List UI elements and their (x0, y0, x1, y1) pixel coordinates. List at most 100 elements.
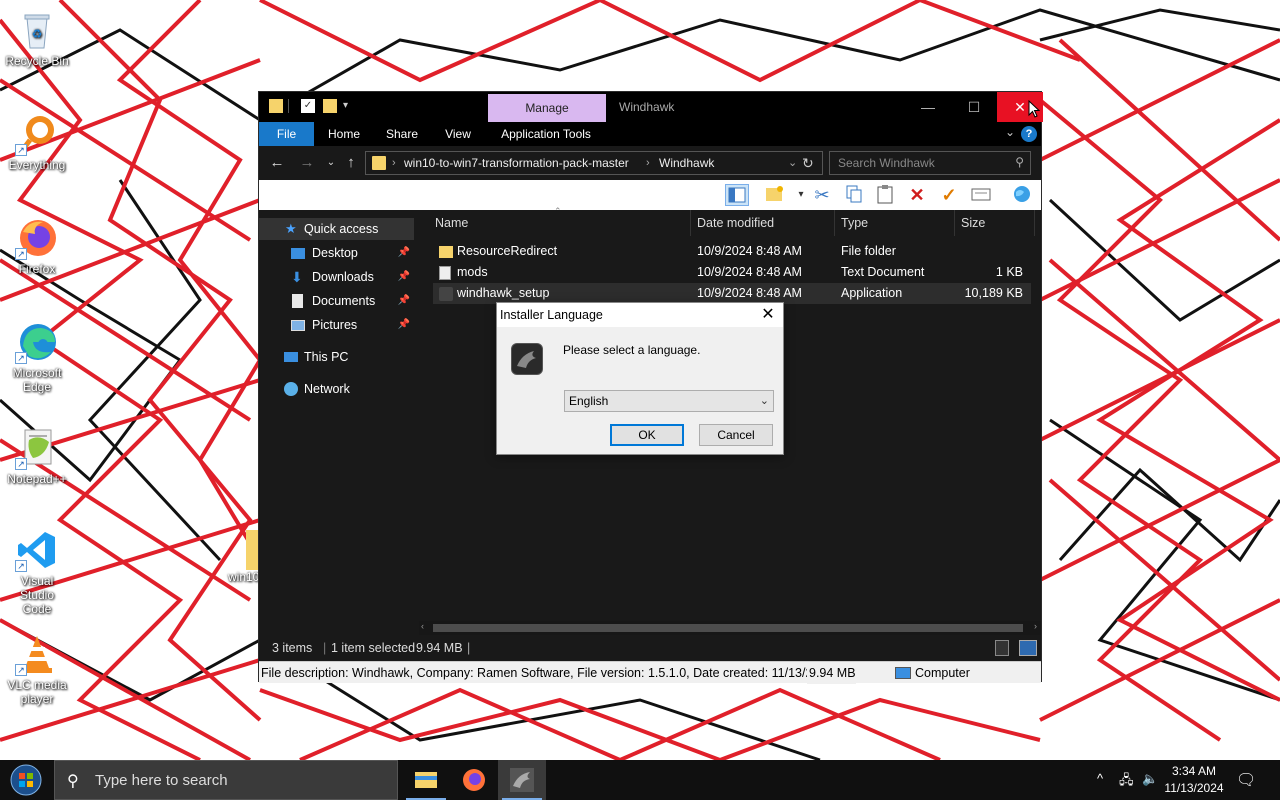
table-row[interactable]: mods 10/9/2024 8:48 AM Text Document 1 K… (433, 262, 1031, 283)
rename-icon[interactable]: ✓ (937, 184, 961, 206)
installer-language-dialog[interactable]: Installer Language ✕ Please select a lan… (496, 302, 784, 455)
desktop-icon-vlc[interactable]: ↗ VLC media player (4, 632, 70, 706)
show-hidden-icons-icon[interactable]: ^ (1097, 771, 1103, 786)
nav-label: Quick access (304, 222, 379, 236)
start-button[interactable] (0, 760, 54, 800)
chevron-down-icon[interactable]: ⌄ (788, 152, 797, 174)
nav-item-documents[interactable]: Documents 📌 (259, 290, 414, 312)
minimize-button[interactable]: — (905, 92, 951, 122)
copy-icon[interactable] (842, 184, 866, 206)
address-bar[interactable]: › win10-to-win7-transformation-pack-mast… (365, 151, 823, 175)
preview-pane-icon[interactable] (725, 184, 749, 206)
nav-item-network[interactable]: Network (259, 378, 414, 400)
delete-icon[interactable]: ✕ (905, 184, 929, 206)
dialog-close-icon[interactable]: ✕ (757, 303, 779, 327)
desktop-icon-vscode[interactable]: ↗ Visual Studio Code (4, 528, 70, 616)
title-bar[interactable]: ✓ ▾ Manage Windhawk — ☐ ✕ (259, 92, 1043, 122)
refresh-icon[interactable]: ↻ (802, 152, 814, 174)
search-placeholder: Type here to search (95, 772, 228, 789)
properties-icon[interactable]: ✓ (301, 99, 315, 113)
clock[interactable]: 3:34 AM 11/13/2024 (1162, 763, 1226, 797)
horizontal-scrollbar[interactable]: ‹ › (419, 621, 1041, 635)
notifications-icon[interactable]: 🗨 (1236, 770, 1256, 790)
nav-item-downloads[interactable]: ⬇ Downloads 📌 (259, 266, 414, 288)
shortcut-arrow-icon: ↗ (15, 664, 27, 676)
file-name: ResourceRedirect (457, 244, 558, 258)
recycle-bin-icon: ♻ (15, 8, 59, 52)
navigation-bar: ← → ⌄ ↑ › win10-to-win7-transformation-p… (259, 146, 1041, 180)
new-item-icon[interactable] (763, 184, 787, 206)
maximize-button[interactable]: ☐ (951, 92, 997, 122)
pin-icon[interactable]: 📌 (398, 242, 410, 264)
column-header-date-modified[interactable]: Date modified (691, 210, 835, 236)
nav-item-desktop[interactable]: Desktop 📌 (259, 242, 414, 264)
breadcrumb-segment[interactable]: Windhawk (659, 152, 714, 174)
network-icon[interactable]: 🖧 (1119, 771, 1134, 793)
tab-share[interactable]: Share (377, 122, 427, 146)
taskbar-search[interactable]: ⚲ Type here to search (54, 760, 398, 800)
desktop-icon-everything[interactable]: ↗ Everything (4, 112, 70, 172)
pin-icon[interactable]: 📌 (398, 266, 410, 288)
search-box[interactable]: ⚲ (829, 151, 1031, 175)
paste-icon[interactable] (873, 184, 897, 206)
forward-icon[interactable]: → (297, 152, 317, 174)
folder-icon (372, 156, 386, 170)
file-size: 1 KB (995, 265, 1023, 279)
volume-muted-icon[interactable]: 🔈 (1142, 771, 1158, 787)
globe-icon[interactable] (1010, 184, 1034, 206)
nav-item-pictures[interactable]: Pictures 📌 (259, 314, 414, 336)
ribbon-tabs: File Home Share View Application Tools ⌄… (259, 122, 1041, 146)
pin-icon[interactable]: 📌 (398, 314, 410, 336)
cancel-button[interactable]: Cancel (699, 424, 773, 446)
back-icon[interactable]: ← (267, 152, 287, 174)
column-header-type[interactable]: Type (835, 210, 955, 236)
nav-item-this-pc[interactable]: This PC (259, 346, 414, 368)
taskbar-app-firefox[interactable] (450, 760, 498, 800)
details-view-icon[interactable] (995, 640, 1009, 656)
taskbar-app-file-explorer[interactable] (402, 760, 450, 800)
shortcut-arrow-icon: ↗ (15, 144, 27, 156)
table-row-selected[interactable]: windhawk_setup 10/9/2024 8:48 AM Applica… (433, 283, 1031, 304)
tab-manage[interactable]: Manage (488, 94, 606, 122)
ok-button[interactable]: OK (610, 424, 684, 446)
help-icon[interactable]: ? (1021, 126, 1037, 142)
column-header-size[interactable]: Size (955, 210, 1035, 236)
qat-dropdown-icon[interactable]: ▾ (343, 99, 357, 113)
search-input[interactable] (830, 152, 1006, 174)
selected-count: 1 item selected (331, 641, 416, 655)
column-header-name[interactable]: Name (429, 210, 691, 236)
tab-file[interactable]: File (259, 122, 314, 146)
star-icon: ★ (285, 221, 297, 236)
desktop-icon-notepad-plus-plus[interactable]: ↗ Notepad++ (4, 426, 70, 486)
search-icon[interactable]: ⚲ (1015, 155, 1024, 169)
breadcrumb-segment[interactable]: win10-to-win7-transformation-pack-master (404, 152, 629, 174)
new-folder-icon[interactable] (323, 99, 337, 113)
desktop-icon-firefox[interactable]: ↗ Firefox (4, 216, 70, 276)
folder-icon (269, 99, 283, 113)
file-size: 10,189 KB (964, 286, 1023, 300)
desktop-icon-edge[interactable]: ↗ Microsoft Edge (4, 320, 70, 394)
tab-home[interactable]: Home (319, 122, 369, 146)
notepad-plus-plus-icon: ↗ (15, 426, 59, 470)
shortcut-arrow-icon: ↗ (15, 352, 27, 364)
dialog-title-bar[interactable]: Installer Language ✕ (497, 303, 783, 327)
taskbar-app-windhawk-installer[interactable] (498, 760, 546, 800)
desktop-icon-recycle-bin[interactable]: ♻ Recycle Bin (4, 8, 70, 68)
tab-view[interactable]: View (435, 122, 481, 146)
desktop-icon-label: VLC media player (7, 678, 67, 706)
nav-item-quick-access[interactable]: ★ Quick access (259, 218, 414, 240)
pin-icon[interactable]: 📌 (398, 290, 410, 312)
file-date: 10/9/2024 8:48 AM (697, 286, 802, 300)
scroll-left-icon[interactable]: ‹ (421, 621, 424, 631)
recent-locations-icon[interactable]: ⌄ (321, 152, 341, 174)
language-select[interactable]: English ⌄ (564, 390, 774, 412)
properties-icon[interactable] (969, 184, 993, 206)
cut-icon[interactable]: ✂ (810, 184, 834, 206)
expand-ribbon-icon[interactable]: ⌄ (1005, 125, 1015, 139)
large-icons-view-icon[interactable] (1019, 640, 1037, 656)
up-icon[interactable]: ↑ (341, 152, 361, 174)
tab-application-tools[interactable]: Application Tools (491, 122, 601, 146)
scroll-right-icon[interactable]: › (1034, 621, 1037, 631)
scrollbar-thumb[interactable] (433, 624, 1023, 632)
table-row[interactable]: ResourceRedirect 10/9/2024 8:48 AM File … (433, 241, 1031, 262)
